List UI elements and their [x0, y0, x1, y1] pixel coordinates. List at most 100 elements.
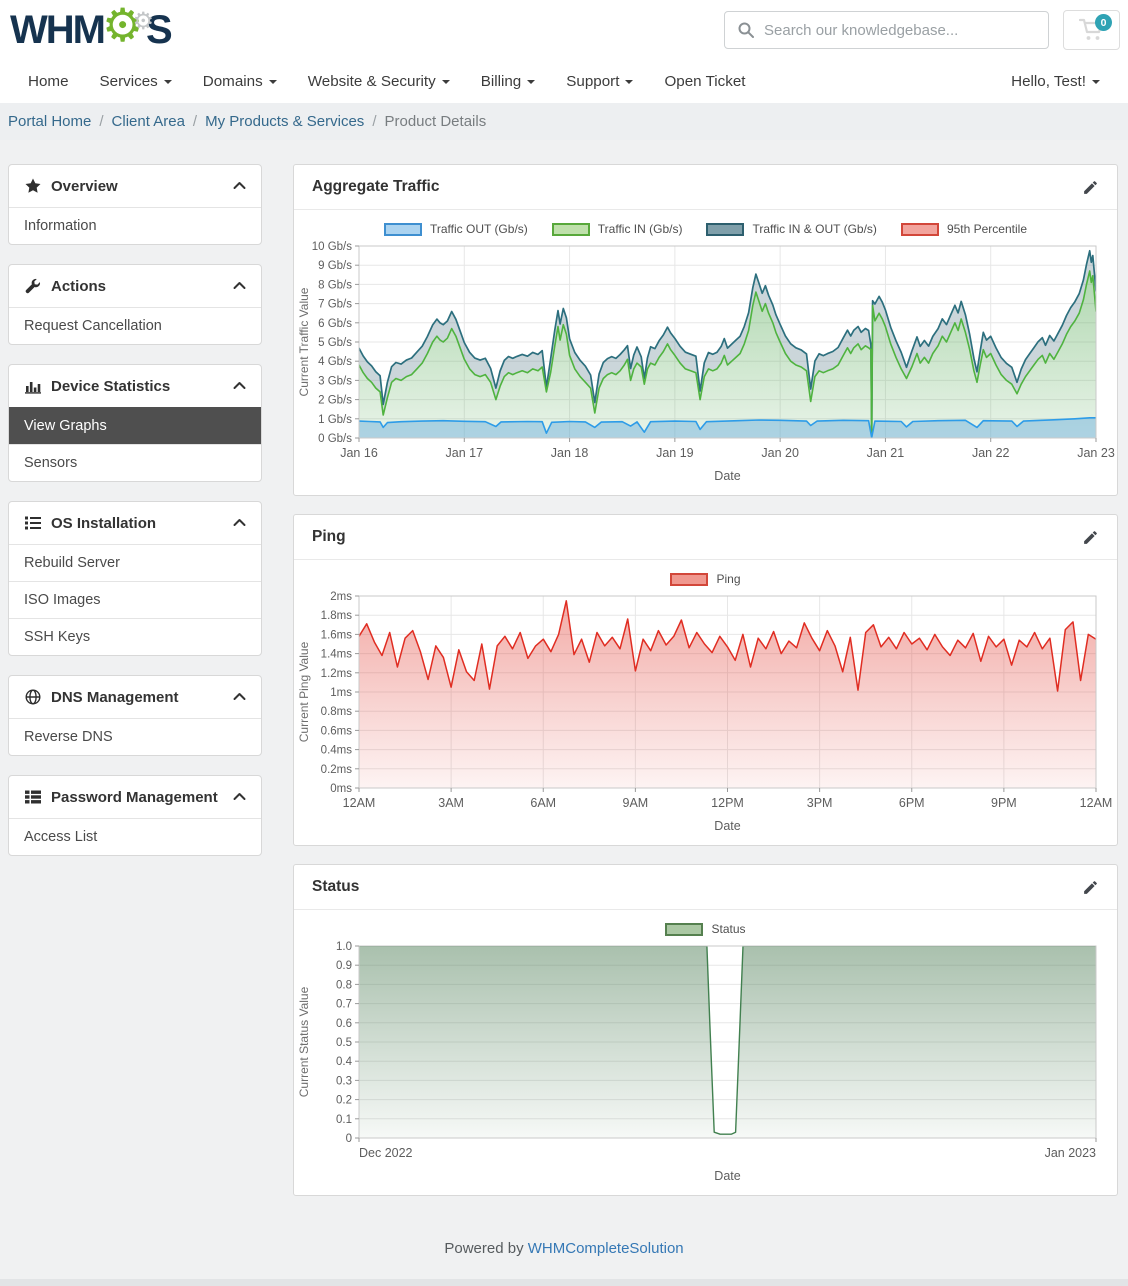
- svg-text:12PM: 12PM: [711, 796, 744, 810]
- svg-text:1.2ms: 1.2ms: [321, 668, 353, 680]
- breadcrumb-separator: /: [193, 113, 197, 130]
- edit-aggregate-traffic-button[interactable]: [1082, 179, 1099, 196]
- svg-text:Jan 19: Jan 19: [656, 446, 694, 460]
- globe-icon: [24, 689, 42, 705]
- sidebar: OverviewInformation Actions Request Cancel…: [8, 164, 262, 875]
- user-menu[interactable]: Hello, Test!: [1011, 73, 1100, 90]
- sidebar-item-access-list[interactable]: Access List: [9, 818, 261, 855]
- svg-text:9AM: 9AM: [623, 796, 649, 810]
- svg-text:0ms: 0ms: [330, 783, 352, 795]
- sidebar-item-request-cancellation[interactable]: Request Cancellation: [9, 307, 261, 344]
- sidebar-item-reverse-dns[interactable]: Reverse DNS: [9, 718, 261, 755]
- svg-text:0: 0: [346, 1133, 352, 1145]
- nav-item-support[interactable]: Support: [566, 73, 633, 90]
- nav-item-billing[interactable]: Billing: [481, 73, 536, 90]
- status-panel: Status Status00.10.20.30.40.50.60.70.80.…: [293, 864, 1118, 1196]
- svg-text:10 Gb/s: 10 Gb/s: [312, 241, 353, 253]
- table-list-icon: [24, 789, 42, 805]
- legend-item: Ping: [670, 572, 740, 586]
- chevron-down-icon: [269, 80, 277, 84]
- svg-text:0.4: 0.4: [336, 1056, 353, 1068]
- svg-text:2ms: 2ms: [330, 591, 352, 603]
- legend-swatch: [384, 223, 422, 236]
- search-icon: [738, 22, 754, 38]
- gear-icon: ⚙⚙: [102, 4, 148, 56]
- svg-text:Jan 16: Jan 16: [340, 446, 378, 460]
- nav-item-open-ticket[interactable]: Open Ticket: [664, 73, 745, 90]
- sidebar-section-dns-management: DNS Management Reverse DNS: [8, 675, 262, 756]
- svg-text:0.1: 0.1: [336, 1114, 352, 1126]
- sidebar-header-device-statistics[interactable]: Device Statistics: [9, 365, 261, 407]
- legend-item: 95th Percentile: [901, 222, 1027, 236]
- svg-text:Current Traffic Value: Current Traffic Value: [297, 287, 311, 396]
- bar-chart-icon: [24, 378, 42, 394]
- legend-swatch: [670, 573, 708, 586]
- sidebar-item-information[interactable]: Information: [9, 207, 261, 244]
- nav-item-services[interactable]: Services: [100, 73, 172, 90]
- pencil-icon: [1082, 179, 1099, 196]
- ping-legend: Ping: [294, 572, 1117, 586]
- chevron-up-icon: [233, 377, 246, 395]
- pencil-icon: [1082, 879, 1099, 896]
- sidebar-header-actions[interactable]: Actions: [9, 265, 261, 307]
- svg-text:6PM: 6PM: [899, 796, 925, 810]
- sidebar-section-title: OS Installation: [51, 515, 233, 532]
- status-chart: Status00.10.20.30.40.50.60.70.80.91.0Dec…: [294, 922, 1117, 1191]
- traffic-plot: 0 Gb/s1 Gb/s2 Gb/s3 Gb/s4 Gb/s5 Gb/s6 Gb…: [294, 238, 1117, 486]
- nav-item-domains[interactable]: Domains: [203, 73, 277, 90]
- sidebar-section-title: DNS Management: [51, 689, 233, 706]
- sidebar-section-password-management: Password ManagementAccess List: [8, 775, 262, 856]
- edit-ping-button[interactable]: [1082, 529, 1099, 546]
- chevron-up-icon: [233, 514, 246, 532]
- legend-label: Ping: [716, 572, 740, 586]
- svg-text:0.2ms: 0.2ms: [321, 764, 353, 776]
- svg-text:0.2: 0.2: [336, 1095, 352, 1107]
- nav-item-home[interactable]: Home: [28, 73, 69, 90]
- sidebar-item-iso-images[interactable]: ISO Images: [9, 581, 261, 618]
- legend-swatch: [901, 223, 939, 236]
- sidebar-section-title: Actions: [51, 278, 233, 295]
- breadcrumb-portal-home[interactable]: Portal Home: [8, 113, 91, 130]
- breadcrumb-separator: /: [99, 113, 103, 130]
- legend-swatch: [665, 923, 703, 936]
- chevron-down-icon: [1092, 80, 1100, 84]
- legend-swatch: [706, 223, 744, 236]
- main-navigation: Home Services Domains Website & Security Bil…: [0, 60, 1128, 103]
- nav-item-website-security[interactable]: Website & Security: [308, 73, 450, 90]
- svg-text:Date: Date: [714, 819, 740, 833]
- breadcrumb-my-products-services[interactable]: My Products & Services: [205, 113, 364, 130]
- edit-status-button[interactable]: [1082, 879, 1099, 896]
- search-input[interactable]: [764, 22, 1048, 39]
- sidebar-header-os-installation[interactable]: OS Installation: [9, 502, 261, 544]
- whmcs-logo[interactable]: WHM⚙⚙S: [10, 4, 171, 56]
- sidebar-header-overview[interactable]: Overview: [9, 165, 261, 207]
- wrench-icon: [24, 278, 42, 294]
- chevron-up-icon: [233, 277, 246, 295]
- svg-text:12AM: 12AM: [343, 796, 376, 810]
- svg-text:Dec 2022: Dec 2022: [359, 1146, 413, 1160]
- sidebar-item-ssh-keys[interactable]: SSH Keys: [9, 618, 261, 655]
- sidebar-item-view-graphs[interactable]: View Graphs: [9, 407, 261, 444]
- svg-text:12AM: 12AM: [1080, 796, 1113, 810]
- cart-button[interactable]: 0: [1063, 10, 1120, 50]
- sidebar-header-dns-management[interactable]: DNS Management: [9, 676, 261, 718]
- whmcompletesolution-link[interactable]: WHMCompleteSolution: [528, 1240, 684, 1257]
- legend-label: Status: [711, 922, 745, 936]
- sidebar-item-rebuild-server[interactable]: Rebuild Server: [9, 544, 261, 581]
- svg-text:2 Gb/s: 2 Gb/s: [318, 395, 352, 407]
- svg-text:8 Gb/s: 8 Gb/s: [318, 279, 352, 291]
- svg-text:1.4ms: 1.4ms: [321, 649, 353, 661]
- svg-text:0.5: 0.5: [336, 1037, 352, 1049]
- breadcrumb-client-area[interactable]: Client Area: [112, 113, 185, 130]
- status-plot: 00.10.20.30.40.50.60.70.80.91.0Dec 2022J…: [294, 938, 1117, 1186]
- svg-text:Jan 20: Jan 20: [761, 446, 799, 460]
- aggregate-traffic-panel: Aggregate Traffic Traffic OUT (Gb/s)Traf…: [293, 164, 1118, 496]
- legend-label: 95th Percentile: [947, 222, 1027, 236]
- sidebar-item-sensors[interactable]: Sensors: [9, 444, 261, 481]
- breadcrumb-product-details: Product Details: [384, 113, 486, 130]
- list-icon: [24, 515, 42, 531]
- footer: Powered by WHMCompleteSolution: [0, 1240, 1128, 1279]
- sidebar-section-device-statistics: Device StatisticsView GraphsSensors: [8, 364, 262, 482]
- sidebar-header-password-management[interactable]: Password Management: [9, 776, 261, 818]
- svg-text:Current Status Value: Current Status Value: [297, 986, 311, 1097]
